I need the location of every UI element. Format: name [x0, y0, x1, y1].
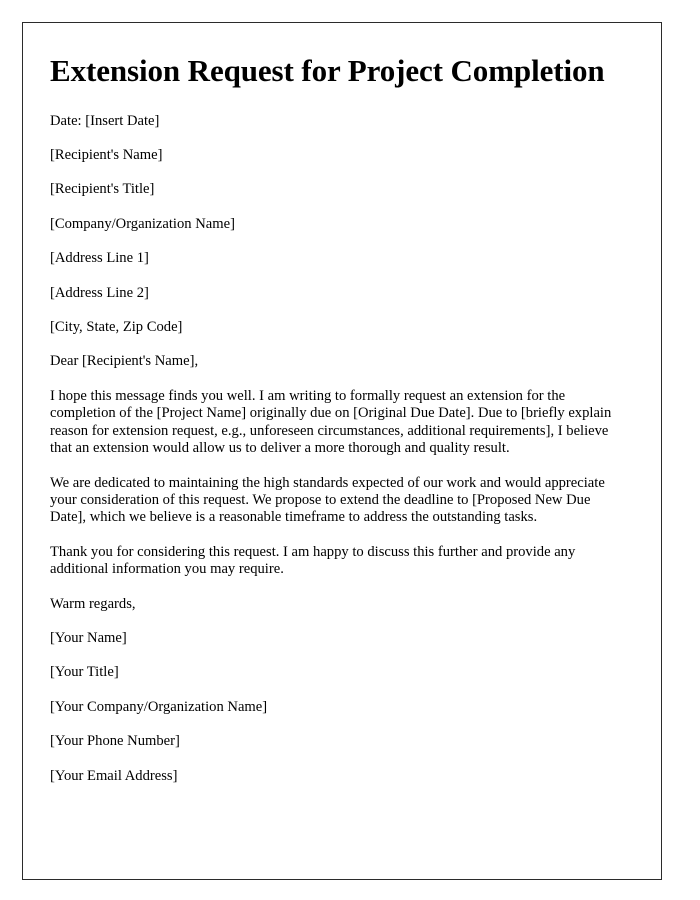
address-line-2: [Address Line 2]: [50, 284, 149, 301]
date-line: Date: [Insert Date]: [50, 112, 160, 129]
signature-your-name: [Your Name]: [50, 629, 127, 646]
address-line-1: [Address Line 1]: [50, 250, 149, 267]
recipient-name-line: [Recipient's Name]: [50, 147, 163, 164]
city-state-zip-line: [City, State, Zip Code]: [50, 319, 183, 336]
signature-your-email: [Your Email Address]: [50, 767, 178, 784]
document-paragraph-list: Date: [Insert Date] [Recipient's Name] [Re…: [50, 113, 628, 785]
salutation-line: Dear [Recipient's Name],: [50, 353, 199, 370]
signature-your-company: [Your Company/Organization Name]: [50, 698, 268, 715]
body-paragraph-3: Thank you for considering this request. …: [50, 543, 576, 578]
page-title: Extension Request for Project Completion: [50, 53, 605, 88]
company-organization-name-line: [Company/Organization Name]: [50, 215, 235, 232]
document-page-frame: Extension Request for Project Completion…: [22, 22, 662, 880]
closing-line: Warm regards,: [50, 595, 136, 612]
signature-your-phone: [Your Phone Number]: [50, 733, 180, 750]
body-paragraph-1: I hope this message finds you well. I am…: [50, 387, 612, 457]
body-paragraph-2: We are dedicated to maintaining the high…: [50, 474, 605, 526]
document-body: Extension Request for Project Completion…: [50, 31, 628, 785]
recipient-title-line: [Recipient's Title]: [50, 181, 155, 198]
signature-your-title: [Your Title]: [50, 664, 119, 681]
